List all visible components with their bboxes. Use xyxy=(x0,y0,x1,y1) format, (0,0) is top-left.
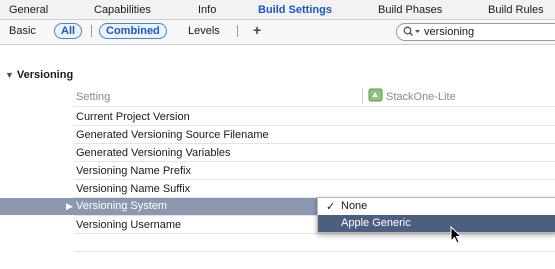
menu-item-label: Apple Generic xyxy=(341,217,411,229)
tab-general[interactable]: General xyxy=(9,4,48,16)
search-field[interactable]: versioning xyxy=(396,23,555,41)
tab-capabilities[interactable]: Capabilities xyxy=(94,4,151,16)
add-setting-button[interactable]: + xyxy=(253,22,261,38)
tab-info[interactable]: Info xyxy=(198,4,216,16)
disclosure-triangle-icon[interactable]: ▼ xyxy=(5,70,14,80)
column-header-setting: Setting xyxy=(76,91,111,103)
setting-row-versioning-name-prefix[interactable]: Versioning Name Prefix xyxy=(76,165,191,177)
tab-build-rules[interactable]: Build Rules xyxy=(488,4,544,16)
checkmark-icon: ✓ xyxy=(326,201,336,213)
target-icon xyxy=(368,88,383,105)
setting-row-current-project-version[interactable]: Current Project Version xyxy=(76,111,190,123)
setting-row-generated-versioning-source-filename[interactable]: Generated Versioning Source Filename xyxy=(76,129,269,141)
row-divider xyxy=(74,161,555,162)
mouse-pointer-icon xyxy=(450,225,463,248)
column-divider xyxy=(362,88,363,104)
row-divider xyxy=(74,106,555,107)
row-divider xyxy=(74,251,555,252)
row-divider xyxy=(74,125,555,126)
menu-item-label: None xyxy=(341,200,368,212)
filter-bar: Basic All Combined Levels + versioning xyxy=(0,20,555,45)
versioning-system-popup-menu: ✓ None Apple Generic xyxy=(317,197,555,233)
setting-row-versioning-name-suffix[interactable]: Versioning Name Suffix xyxy=(76,183,190,195)
editor-tab-bar: General Capabilities Info Build Settings… xyxy=(0,0,555,20)
setting-row-versioning-username[interactable]: Versioning Username xyxy=(76,219,181,231)
combined-filter-button[interactable]: Combined xyxy=(99,23,167,39)
row-divider xyxy=(74,233,555,234)
row-divider xyxy=(74,179,555,180)
tab-build-settings[interactable]: Build Settings xyxy=(258,4,332,16)
magnifier-dropdown-icon[interactable] xyxy=(403,26,421,40)
row-divider xyxy=(74,143,555,144)
setting-row-generated-versioning-variables[interactable]: Generated Versioning Variables xyxy=(76,147,231,159)
basic-filter-button[interactable]: Basic xyxy=(9,25,36,37)
menu-item-none[interactable]: ✓ None xyxy=(318,198,555,215)
section-title: Versioning xyxy=(16,69,74,81)
target-name: StackOne-Lite xyxy=(386,90,456,103)
menu-item-apple-generic[interactable]: Apple Generic xyxy=(318,215,555,232)
levels-filter-button[interactable]: Levels xyxy=(188,25,220,37)
search-input[interactable]: versioning xyxy=(424,26,474,38)
disclosure-triangle-icon[interactable]: ▶ xyxy=(66,201,73,212)
setting-row-label: Versioning System xyxy=(76,200,168,212)
filter-divider xyxy=(237,25,238,37)
filter-divider xyxy=(91,25,92,37)
tab-build-phases[interactable]: Build Phases xyxy=(378,4,442,16)
column-header-target: StackOne-Lite xyxy=(368,88,456,105)
all-filter-button[interactable]: All xyxy=(54,23,83,39)
section-header-versioning[interactable]: ▼ Versioning xyxy=(5,69,73,81)
